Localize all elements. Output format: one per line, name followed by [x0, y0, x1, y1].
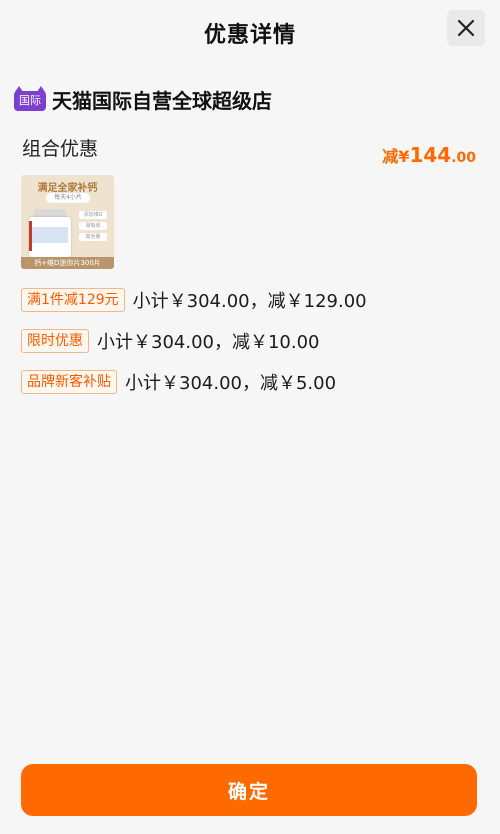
section-title: 组合优惠 [22, 138, 99, 160]
product-feature: 添加维D [79, 211, 107, 219]
promotion-tag: 品牌新客补贴 [21, 370, 117, 394]
bottle-label [32, 227, 68, 243]
product-image-chip: 每天4小片 [46, 193, 90, 203]
promotion-detail: 小计￥304.00，减￥10.00 [97, 332, 320, 353]
close-icon [457, 19, 475, 37]
header: 优惠详情 [0, 0, 500, 64]
page-title: 优惠详情 [203, 23, 296, 48]
close-button[interactable] [447, 10, 485, 46]
product-feature: 高含量 [79, 233, 107, 241]
promotion-detail: 小计￥304.00，减￥129.00 [132, 291, 367, 312]
store-name: 天猫国际自营全球超级店 [52, 88, 272, 113]
promotion-row: 品牌新客补贴 小计￥304.00，减￥5.00 [21, 369, 336, 395]
product-feature: 易吸收 [79, 222, 107, 230]
product-image-title: 满足全家补钙 [37, 183, 98, 194]
product-thumbnail[interactable]: 满足全家补钙 每天4小片 添加维D 易吸收 高含量 钙+维D迷你片300片 [21, 175, 114, 269]
coupon-details-sheet: 优惠详情 国际 天猫国际自营全球超级店 组合优惠 减¥ 144 .00 满足全家… [0, 0, 500, 834]
promotion-detail: 小计￥304.00，减￥5.00 [125, 373, 337, 394]
tmall-global-logo: 国际 [14, 86, 46, 112]
confirm-button[interactable]: 确定 [21, 764, 477, 816]
total-discount: 减¥ 144 .00 [382, 143, 476, 167]
store-row: 国际 天猫国际自营全球超级店 [14, 84, 272, 114]
promotion-row: 限时优惠 小计￥304.00，减￥10.00 [21, 328, 320, 354]
promotion-tag: 限时优惠 [21, 329, 89, 353]
promotion-row: 满1件减129元 小计￥304.00，减￥129.00 [21, 287, 367, 313]
product-image-caption: 钙+维D迷你片300片 [21, 257, 114, 269]
promotion-tag: 满1件减129元 [21, 288, 125, 312]
